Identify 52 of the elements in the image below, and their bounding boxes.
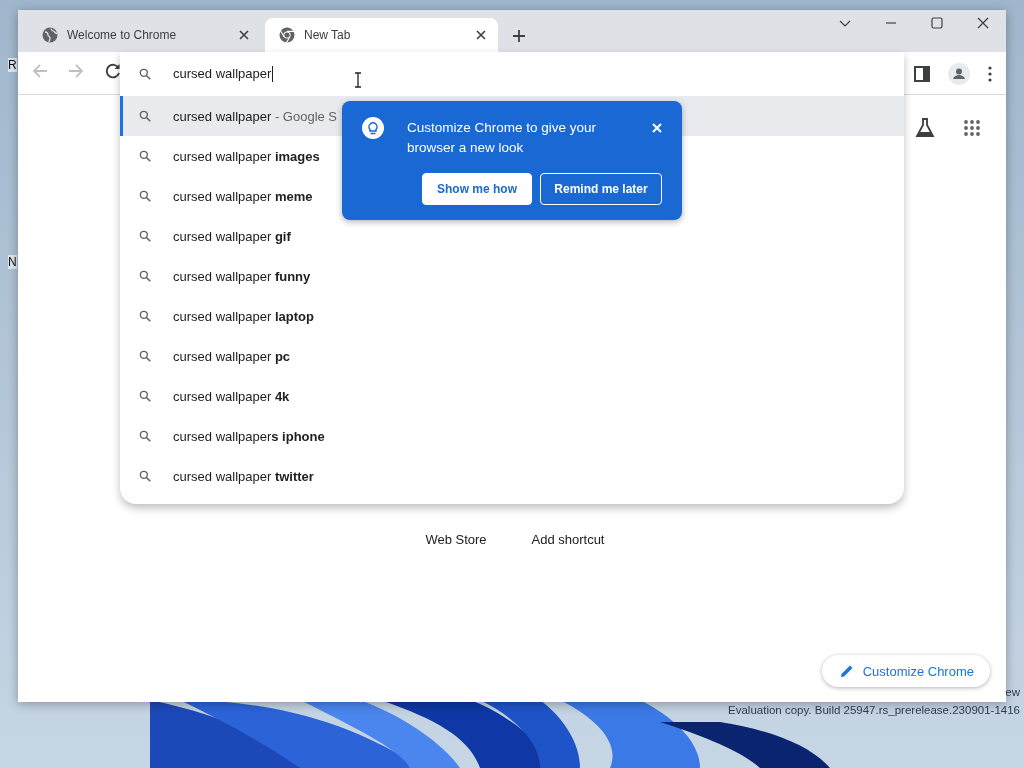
- flask-icon[interactable]: [914, 117, 936, 139]
- desktop-icon-label[interactable]: N: [8, 255, 17, 269]
- search-icon: [138, 67, 152, 81]
- suggestion-item[interactable]: cursed wallpapers iphone: [173, 428, 325, 444]
- search-icon: [138, 389, 152, 403]
- side-panel-icon[interactable]: [914, 66, 930, 82]
- watermark-text: ew: [1005, 686, 1020, 698]
- search-icon: [138, 229, 152, 243]
- close-icon[interactable]: [239, 30, 249, 40]
- reload-icon[interactable]: [103, 62, 122, 80]
- maximize-icon[interactable]: [931, 17, 943, 29]
- remind-later-button[interactable]: Remind me later: [540, 173, 662, 205]
- shortcut-label[interactable]: Add shortcut: [512, 532, 624, 547]
- suggestion-item[interactable]: cursed wallpaper gif: [173, 228, 291, 244]
- search-icon: [138, 149, 152, 163]
- close-icon[interactable]: [476, 30, 486, 40]
- shortcut-label[interactable]: Web Store: [400, 532, 512, 547]
- pencil-icon: [839, 664, 854, 678]
- tab-title: Welcome to Chrome: [67, 28, 178, 42]
- suggestion-item[interactable]: cursed wallpaper images: [173, 148, 320, 164]
- chrome-icon: [279, 27, 295, 43]
- search-icon: [138, 109, 152, 123]
- suggestion-item[interactable]: cursed wallpaper - Google S: [173, 108, 338, 124]
- search-icon: [138, 429, 152, 443]
- text-cursor-icon: [354, 72, 362, 88]
- suggestion-item[interactable]: cursed wallpaper pc: [173, 348, 291, 364]
- promo-message: Customize Chrome to give your browser a new look: [407, 119, 598, 157]
- search-icon: [138, 309, 152, 323]
- desktop-icon-label[interactable]: R: [8, 58, 17, 72]
- search-icon: [138, 269, 152, 283]
- lightbulb-icon: [362, 117, 384, 139]
- search-icon: [138, 349, 152, 363]
- close-icon[interactable]: [977, 17, 989, 29]
- suggestion-item[interactable]: cursed wallpaper laptop: [173, 308, 314, 324]
- browser-tab[interactable]: New Tab: [265, 18, 498, 52]
- globe-icon: [42, 27, 58, 43]
- search-icon: [138, 189, 152, 203]
- browser-tab[interactable]: Welcome to Chrome: [28, 18, 261, 52]
- suggestion-item[interactable]: cursed wallpaper meme: [173, 188, 313, 204]
- address-field[interactable]: cursed wallpaper: [173, 66, 274, 82]
- profile-avatar-icon[interactable]: [948, 63, 970, 85]
- watermark-text: Evaluation copy. Build 25947.rs_prerelease.230901-1416: [728, 704, 1020, 716]
- new-tab-icon[interactable]: [512, 29, 526, 43]
- suggestion-item[interactable]: cursed wallpaper 4k: [173, 388, 290, 404]
- suggestion-item[interactable]: cursed wallpaper twitter: [173, 468, 314, 484]
- suggestion-item[interactable]: cursed wallpaper funny: [173, 268, 311, 284]
- customize-chrome-button[interactable]: Customize Chrome: [821, 655, 990, 687]
- tab-title: New Tab: [304, 28, 352, 42]
- search-icon: [138, 469, 152, 483]
- show-me-how-button[interactable]: Show me how: [422, 173, 532, 205]
- menu-icon[interactable]: [988, 66, 992, 82]
- apps-grid-icon[interactable]: [964, 120, 980, 136]
